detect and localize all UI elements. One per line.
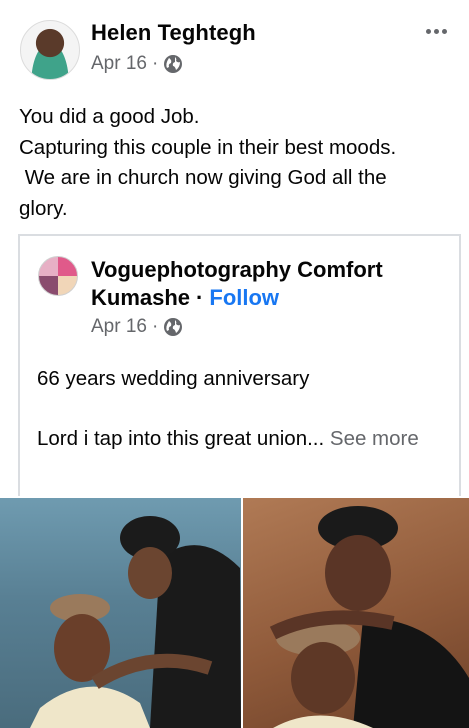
post-meta: Apr 16 · xyxy=(91,53,183,75)
shared-text-line: 66 years wedding anniversary xyxy=(37,367,310,390)
author-avatar[interactable] xyxy=(20,20,80,80)
shared-post-meta: Apr 16 · xyxy=(91,316,183,338)
photo-right[interactable] xyxy=(243,498,469,728)
post-text-line: glory. xyxy=(19,196,68,220)
post-text-line: We are in church now giving God all the xyxy=(19,166,387,189)
globe-icon xyxy=(163,317,183,337)
post-header: Helen Teghtegh Apr 16 · xyxy=(0,0,469,95)
post-date[interactable]: Apr 16 xyxy=(91,53,147,75)
post-text-line: Capturing this couple in their best mood… xyxy=(19,135,397,159)
shared-text-line: Lord i tap into this great union... See … xyxy=(37,424,447,454)
meta-separator: · xyxy=(151,316,159,337)
globe-icon xyxy=(163,54,183,74)
shared-author-line: Voguephotography Comfort Kumashe · Follow xyxy=(91,256,451,312)
shared-author-avatar[interactable] xyxy=(38,256,78,296)
shared-post-date[interactable]: Apr 16 xyxy=(91,316,147,338)
follow-separator: · xyxy=(196,285,204,310)
photo-left[interactable] xyxy=(0,498,241,728)
meta-separator: · xyxy=(151,53,159,74)
post-text: You did a good Job. Capturing this coupl… xyxy=(19,102,464,224)
shared-post-card[interactable]: Voguephotography Comfort Kumashe · Follow … xyxy=(18,234,461,496)
shared-text-excerpt: Lord i tap into this great union... xyxy=(37,427,325,450)
see-more-link[interactable]: See more xyxy=(330,427,419,450)
post-text-line: You did a good Job. xyxy=(19,105,200,128)
author-name[interactable]: Helen Teghtegh xyxy=(91,20,256,46)
more-options-icon[interactable] xyxy=(419,16,453,46)
follow-button[interactable]: Follow xyxy=(209,285,279,310)
shared-post-text: 66 years wedding anniversary Lord i tap … xyxy=(37,364,447,454)
